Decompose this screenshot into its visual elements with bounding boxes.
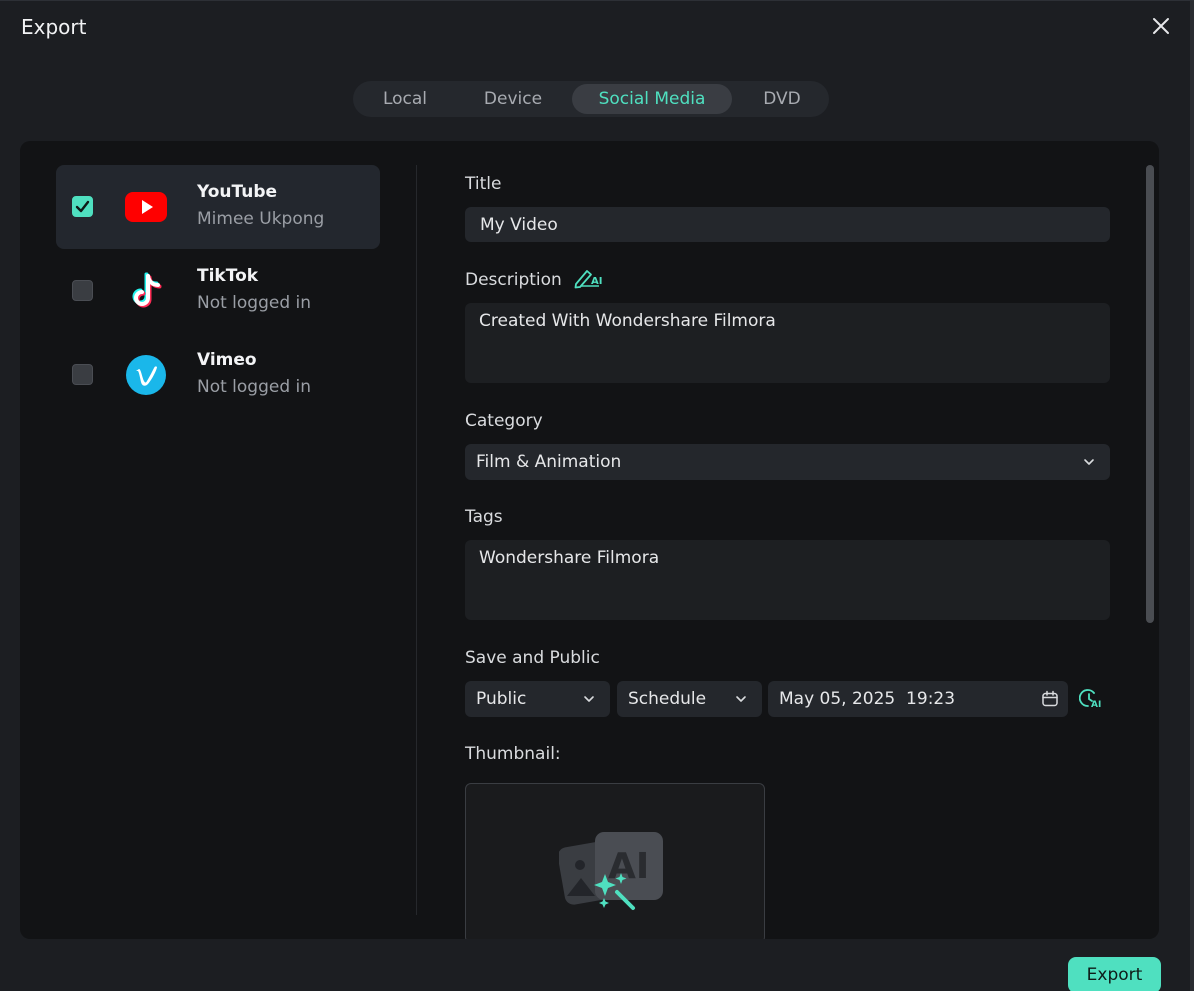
publish-mode-value: Schedule xyxy=(628,689,707,709)
window-edge xyxy=(1190,1,1194,991)
checkmark-icon xyxy=(75,200,90,213)
ai-write-icon[interactable]: AI xyxy=(573,266,603,290)
tags-label: Tags xyxy=(465,507,503,527)
svg-text:AI: AI xyxy=(1091,700,1101,710)
tags-textarea[interactable]: Wondershare Filmora xyxy=(465,540,1110,620)
dialog-title: Export xyxy=(21,15,87,39)
close-icon xyxy=(1153,18,1169,34)
chevron-down-icon xyxy=(584,696,594,702)
schedule-datetime-picker[interactable]: May 05, 2025 19:23 xyxy=(768,681,1068,717)
category-value: Film & Animation xyxy=(476,452,622,472)
category-select[interactable]: Film & Animation xyxy=(465,444,1110,480)
svg-text:AI: AI xyxy=(608,846,649,887)
tab-local[interactable]: Local xyxy=(361,84,449,114)
tab-dvd[interactable]: DVD xyxy=(748,84,816,114)
tab-social-media[interactable]: Social Media xyxy=(572,84,732,114)
publish-mode-select[interactable]: Schedule xyxy=(617,681,762,717)
platform-name: TikTok xyxy=(197,266,259,286)
export-dialog: Export Local Device Social Media DVD You… xyxy=(0,0,1194,991)
youtube-icon xyxy=(125,192,167,222)
platform-name: Vimeo xyxy=(197,350,257,370)
settings-panel: YouTube Mimee Ukpong TikTok Not logged i… xyxy=(20,141,1159,939)
ai-schedule-icon[interactable]: AI xyxy=(1079,687,1103,711)
tiktok-icon xyxy=(132,272,162,308)
svg-text:AI: AI xyxy=(591,276,602,287)
tab-device[interactable]: Device xyxy=(469,84,557,114)
export-button[interactable]: Export xyxy=(1068,957,1161,991)
description-textarea[interactable]: Created With Wondershare Filmora xyxy=(465,303,1110,383)
platform-item-tiktok[interactable]: TikTok Not logged in xyxy=(56,249,380,333)
ai-image-icon: AI xyxy=(559,832,663,910)
calendar-icon[interactable] xyxy=(1041,690,1059,708)
vimeo-checkbox[interactable] xyxy=(72,364,93,385)
title-label: Title xyxy=(465,174,502,194)
tiktok-checkbox[interactable] xyxy=(72,280,93,301)
thumbnail-label: Thumbnail: xyxy=(465,744,561,764)
save-public-label: Save and Public xyxy=(465,648,600,668)
title-input[interactable]: My Video xyxy=(465,207,1110,242)
privacy-select[interactable]: Public xyxy=(465,681,610,717)
close-button[interactable] xyxy=(1148,13,1174,39)
form-scrollbar[interactable] xyxy=(1146,165,1154,623)
platform-item-youtube[interactable]: YouTube Mimee Ukpong xyxy=(56,165,380,249)
vimeo-icon xyxy=(126,355,166,395)
description-label: Description xyxy=(465,270,562,290)
panel-divider xyxy=(416,165,417,915)
category-label: Category xyxy=(465,411,543,431)
platform-name: YouTube xyxy=(197,182,278,202)
youtube-checkbox[interactable] xyxy=(72,196,93,217)
platform-item-vimeo[interactable]: Vimeo Not logged in xyxy=(56,333,380,417)
platform-account: Mimee Ukpong xyxy=(197,209,325,229)
platform-status: Not logged in xyxy=(197,377,312,397)
chevron-down-icon xyxy=(1084,459,1094,465)
chevron-down-icon xyxy=(736,696,746,702)
export-tabs: Local Device Social Media DVD xyxy=(353,81,829,117)
schedule-datetime-value: May 05, 2025 19:23 xyxy=(779,689,956,709)
privacy-value: Public xyxy=(476,689,527,709)
platform-status: Not logged in xyxy=(197,293,312,313)
thumbnail-upload-area[interactable]: AI xyxy=(465,783,765,939)
